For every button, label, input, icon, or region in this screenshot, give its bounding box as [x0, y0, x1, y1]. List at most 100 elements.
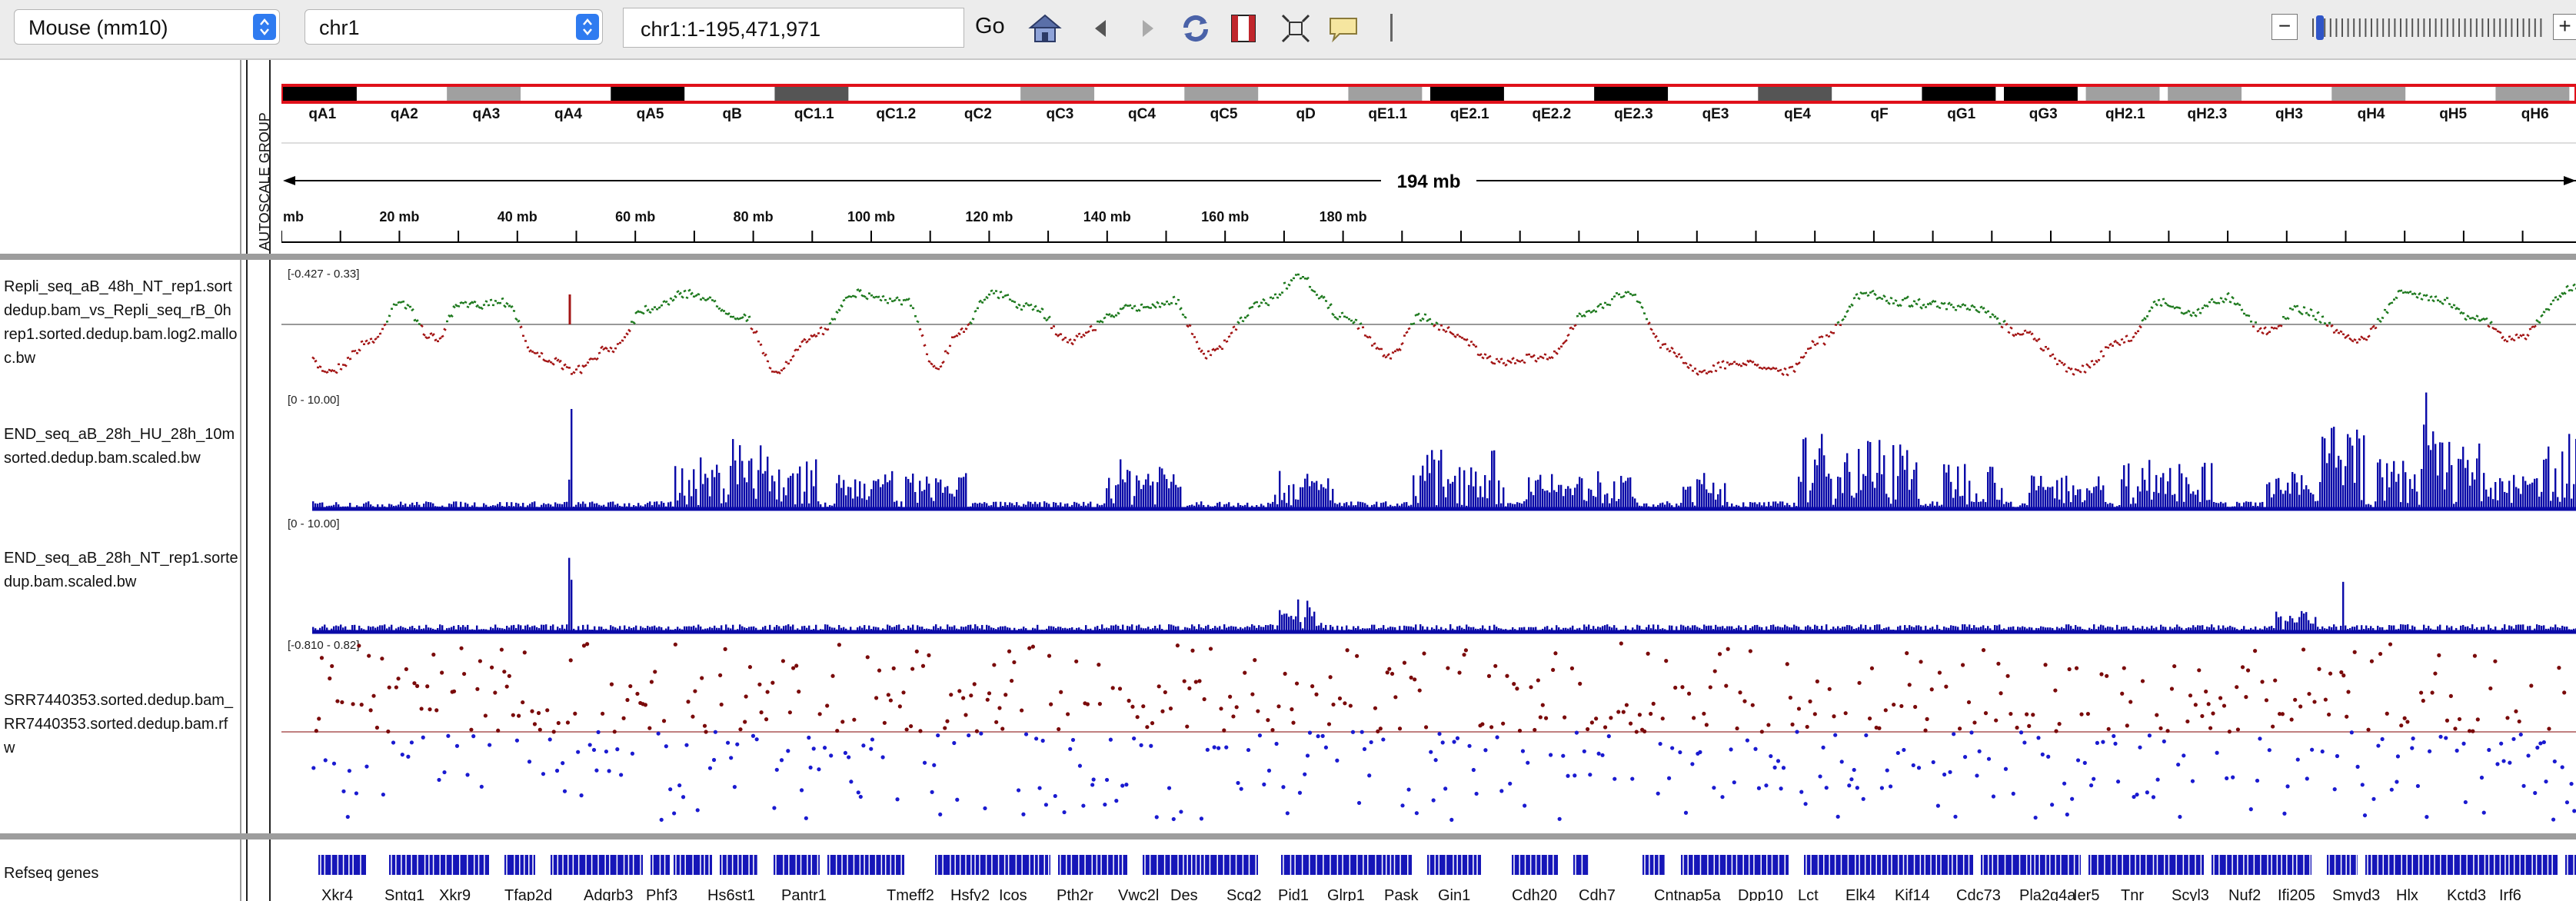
track-name-endseq-nt[interactable]: END_seq_aB_28h_NT_rep1.sorte dup.bam.sca…	[4, 547, 238, 594]
endseq-nt-signal-bar	[1812, 629, 1814, 632]
scatter-point	[1742, 699, 1747, 703]
scatter-point	[380, 657, 384, 661]
go-button[interactable]: Go	[975, 14, 1005, 39]
endseq-hu-signal-bar	[1429, 473, 1431, 509]
gene-label[interactable]: Ier5	[2073, 887, 2099, 901]
endseq-nt-signal-bar	[1708, 625, 1710, 632]
repli-signal-segment	[311, 356, 315, 360]
gene-label[interactable]: Cntnap5a	[1654, 887, 1722, 901]
gene-label[interactable]: Ifi205	[2278, 887, 2315, 901]
endseq-hu-signal-bar	[1879, 440, 1881, 509]
endseq-nt-signal-bar	[1290, 616, 1293, 632]
chromosome-dropdown[interactable]: chr1	[305, 9, 603, 45]
gene-label[interactable]: Tmeff2	[887, 887, 934, 901]
gene-feature-block[interactable]	[1373, 855, 1412, 875]
gene-label[interactable]: Kctd3	[2447, 887, 2486, 901]
track-name-repli[interactable]: Repli_seq_aB_48h_NT_rep1.sort dedup.bam_…	[4, 275, 238, 371]
endseq-hu-signal-bar	[2040, 476, 2042, 509]
gene-label[interactable]: Tfap2d	[504, 887, 552, 901]
repli-signal-segment	[1043, 317, 1047, 320]
scatter-point	[1167, 786, 1172, 790]
endseq-nt-signal-bar	[1466, 624, 1468, 632]
gene-feature-block[interactable]	[935, 855, 1050, 875]
gene-feature-block[interactable]	[827, 855, 904, 875]
gene-label[interactable]: Adgrb3	[584, 887, 634, 901]
gene-label[interactable]: Tnr	[2121, 887, 2144, 901]
zoom-in-button[interactable]: +	[2553, 14, 2576, 40]
endseq-nt-signal-bar	[1463, 629, 1466, 632]
gene-label[interactable]: Hsfy2	[950, 887, 990, 901]
gene-label[interactable]: Cdc73	[1956, 887, 2001, 901]
repli-signal-segment	[1153, 305, 1157, 309]
endseq-hu-signal-bar	[2001, 487, 2003, 509]
scatter-point	[1670, 746, 1675, 750]
gene-label[interactable]: Elk4	[1845, 887, 1875, 901]
endseq-nt-signal-bar	[2042, 627, 2045, 632]
endseq-hu-signal-bar	[684, 495, 686, 509]
endseq-nt-signal-bar	[1376, 629, 1378, 632]
ruler-icon[interactable]	[1226, 11, 1261, 46]
endseq-hu-signal-bar	[1043, 501, 1046, 509]
gene-feature-block[interactable]	[318, 855, 366, 875]
gene-label[interactable]: Pantr1	[781, 887, 827, 901]
gene-label[interactable]: Dpp10	[1738, 887, 1783, 901]
gene-label[interactable]: Vwc2l	[1118, 887, 1159, 901]
gene-label[interactable]: Glrp1	[1327, 887, 1365, 901]
gene-label[interactable]: Des	[1170, 887, 1198, 901]
gene-label[interactable]: Kif14	[1895, 887, 1930, 901]
gene-label[interactable]: Lct	[1798, 887, 1819, 901]
endseq-nt-signal-bar	[1092, 630, 1094, 632]
zoom-out-button[interactable]: −	[2271, 14, 2298, 40]
endseq-nt-signal-bar	[1122, 624, 1124, 632]
scatter-point	[1429, 750, 1433, 754]
gene-label[interactable]: Scg2	[1226, 887, 1262, 901]
gene-label[interactable]: Hs6st1	[707, 887, 755, 901]
endseq-nt-signal-bar	[2377, 625, 2379, 632]
track-name-srr[interactable]: SRR7440353.sorted.dedup.bam_ RR7440353.s…	[4, 689, 238, 760]
resize-icon[interactable]	[1278, 11, 1313, 46]
refresh-icon[interactable]	[1178, 11, 1213, 46]
track-name-refseq[interactable]: Refseq genes	[4, 862, 238, 886]
gene-label[interactable]: Nuf2	[2228, 887, 2261, 901]
genome-dropdown[interactable]: Mouse (mm10)	[14, 9, 280, 45]
gene-label[interactable]: Sntg1	[384, 887, 424, 901]
zoom-slider[interactable]	[2307, 12, 2547, 43]
repli-signal-segment	[960, 327, 964, 331]
gene-label[interactable]: Pid1	[1278, 887, 1309, 901]
gene-label[interactable]: Smyd3	[2332, 887, 2380, 901]
endseq-nt-signal-bar	[2310, 623, 2312, 632]
gene-label[interactable]: Pla2g4a	[2019, 887, 2076, 901]
gene-feature-block[interactable]	[2327, 855, 2358, 875]
endseq-hu-signal-bar	[1652, 504, 1655, 509]
gene-label[interactable]: Cdh20	[1512, 887, 1557, 901]
gene-label[interactable]: Cdh7	[1579, 887, 1616, 901]
chromosome-ideogram[interactable]: qA1 qA2 qA3 qA4 qA5 qB qC1.1 qC1.2 qC2 qC3 qC4 qC5 q…	[281, 84, 2576, 144]
back-icon[interactable]	[1083, 11, 1118, 46]
gene-label[interactable]: Icos	[999, 887, 1027, 901]
popup-info-icon[interactable]	[1326, 11, 1361, 46]
gene-feature-block[interactable]	[1512, 855, 1558, 875]
track-name-endseq-hu[interactable]: END_seq_aB_28h_HU_28h_10m sorted.dedup.b…	[4, 423, 238, 470]
forward-icon[interactable]	[1130, 11, 1166, 46]
gene-label[interactable]: Pth2r	[1057, 887, 1093, 901]
endseq-hu-signal-bar	[2474, 479, 2476, 509]
zoom-thumb[interactable]	[2316, 15, 2324, 40]
home-icon[interactable]	[1027, 11, 1063, 46]
gene-label[interactable]: Xkr9	[439, 887, 471, 901]
gene-label[interactable]: Scyl3	[2172, 887, 2209, 901]
refseq-genes-track[interactable]: Xkr4 Sntg1 Xkr9 Tfap2d Adgrb3 Phf3 Hs6st1 Pantr…	[318, 855, 2576, 901]
gene-label[interactable]: Phf3	[646, 887, 677, 901]
gene-label[interactable]: Pask	[1384, 887, 1419, 901]
repli-signal-segment	[1437, 328, 1441, 331]
gene-feature-block[interactable]	[720, 855, 758, 875]
endseq-hu-signal-bar	[1447, 479, 1449, 509]
endseq-hu-signal-bar	[2411, 488, 2414, 509]
endseq-nt-signal-bar	[1809, 627, 1812, 632]
gene-label[interactable]: Irf6	[2499, 887, 2521, 901]
scatter-point	[974, 729, 979, 733]
data-panel[interactable]: qA1 qA2 qA3 qA4 qA5 qB qC1.1 qC1.2 qC2 qC3 qC4 qC5 q…	[281, 60, 2576, 901]
locus-input[interactable]: chr1:1-195,471,971	[623, 8, 964, 48]
gene-label[interactable]: Hlx	[2396, 887, 2418, 901]
gene-label[interactable]: Xkr4	[321, 887, 353, 901]
gene-label[interactable]: Gin1	[1438, 887, 1470, 901]
